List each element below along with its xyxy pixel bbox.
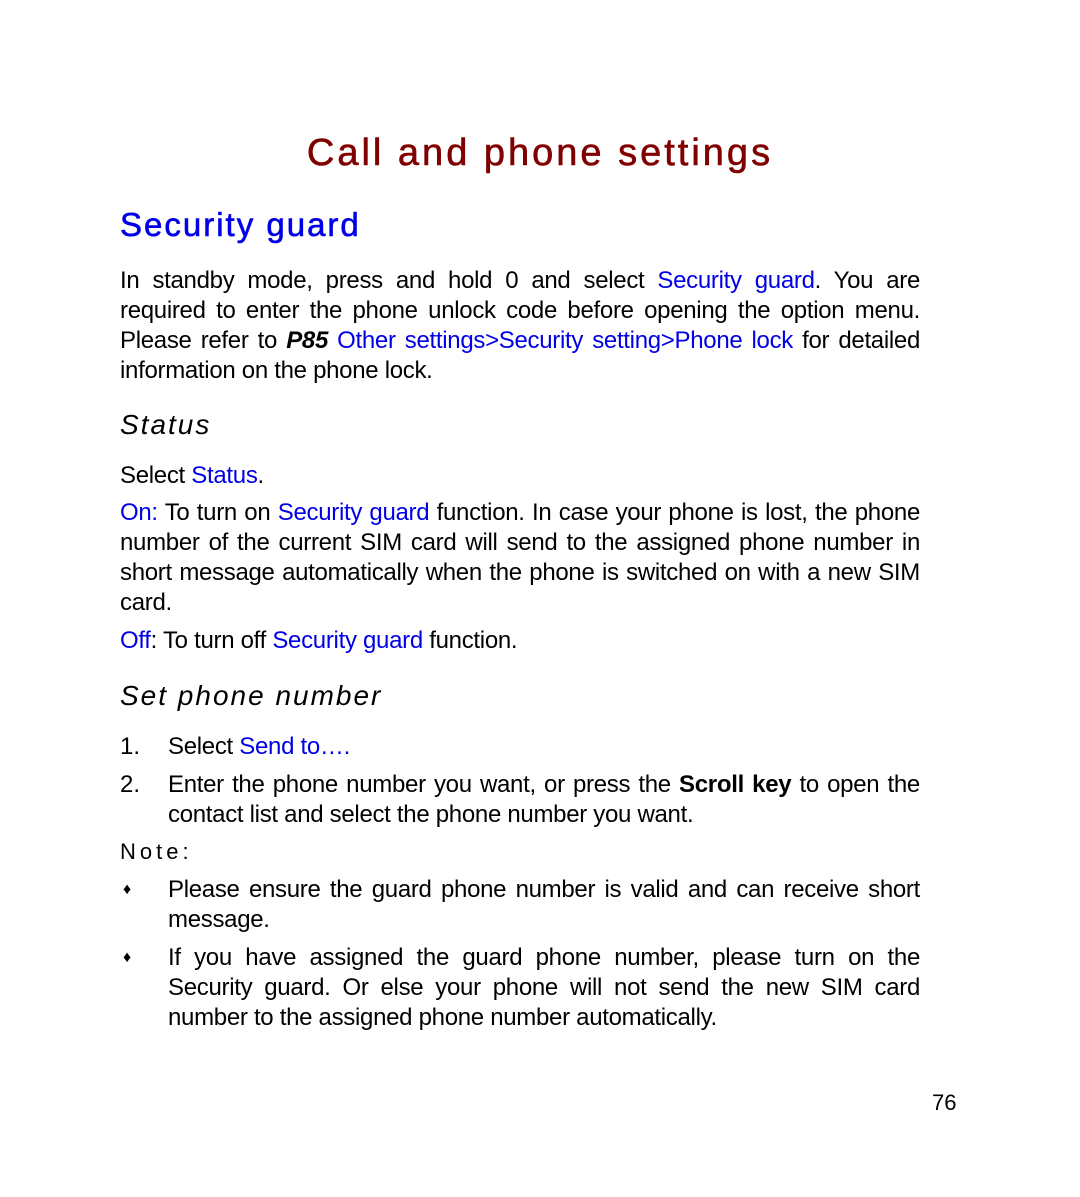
punctuation: . — [257, 462, 265, 489]
note-item: ♦ Please ensure the guard phone number i… — [120, 875, 920, 935]
diamond-bullet-icon: ♦ — [123, 881, 132, 898]
off-option-label: Off — [120, 627, 151, 654]
page-title: Call and phone settings — [306, 132, 774, 175]
step-prefix: Select — [168, 733, 240, 760]
off-text: : To turn off — [150, 627, 273, 654]
select-status-line: Select Status. — [120, 461, 920, 491]
intro-text: In standby mode, press and hold 0 and se… — [120, 267, 658, 294]
step-text: Select Send to…. — [168, 732, 920, 762]
section-title: Security guard — [120, 206, 361, 244]
select-text: Select — [120, 462, 192, 489]
status-on-paragraph: On: To turn on Security guard function. … — [120, 498, 920, 618]
status-heading: Status — [120, 409, 212, 440]
step-text: Enter the phone number you want, or pres… — [168, 770, 920, 830]
status-off-paragraph: Off: To turn off Security guard function… — [120, 626, 920, 656]
note-item: ♦ If you have assigned the guard phone n… — [120, 943, 920, 1033]
step-number: 1. — [120, 733, 141, 760]
on-option-label: On: — [120, 499, 158, 526]
security-guard-link: Security guard — [657, 267, 815, 294]
step-2: 2. Enter the phone number you want, or p… — [120, 770, 920, 830]
security-guard-link: Security guard — [272, 627, 423, 654]
security-guard-link: Security guard — [277, 499, 430, 526]
send-to-link: Send to…. — [239, 733, 350, 760]
step-text-part: Enter the phone number you want, or pres… — [168, 771, 680, 798]
step-number: 2. — [120, 771, 141, 798]
status-link: Status — [191, 462, 258, 489]
diamond-bullet-icon: ♦ — [123, 949, 132, 966]
note-label: Note: — [120, 839, 193, 864]
step-1: 1. Select Send to…. — [120, 732, 920, 762]
intro-paragraph: In standby mode, press and hold 0 and se… — [120, 266, 920, 386]
page-number: 76 — [932, 1090, 957, 1115]
phone-lock-path-link: Other settings>Security setting>Phone lo… — [337, 327, 794, 354]
note-text: If you have assigned the guard phone num… — [168, 944, 920, 1031]
scroll-key-label: Scroll key — [679, 771, 792, 798]
page-reference: P85 — [286, 327, 328, 354]
note-text: Please ensure the guard phone number is … — [168, 876, 920, 933]
off-text: function. — [422, 627, 518, 654]
set-phone-number-heading: Set phone number — [120, 680, 383, 711]
on-text: To turn on — [157, 499, 278, 526]
